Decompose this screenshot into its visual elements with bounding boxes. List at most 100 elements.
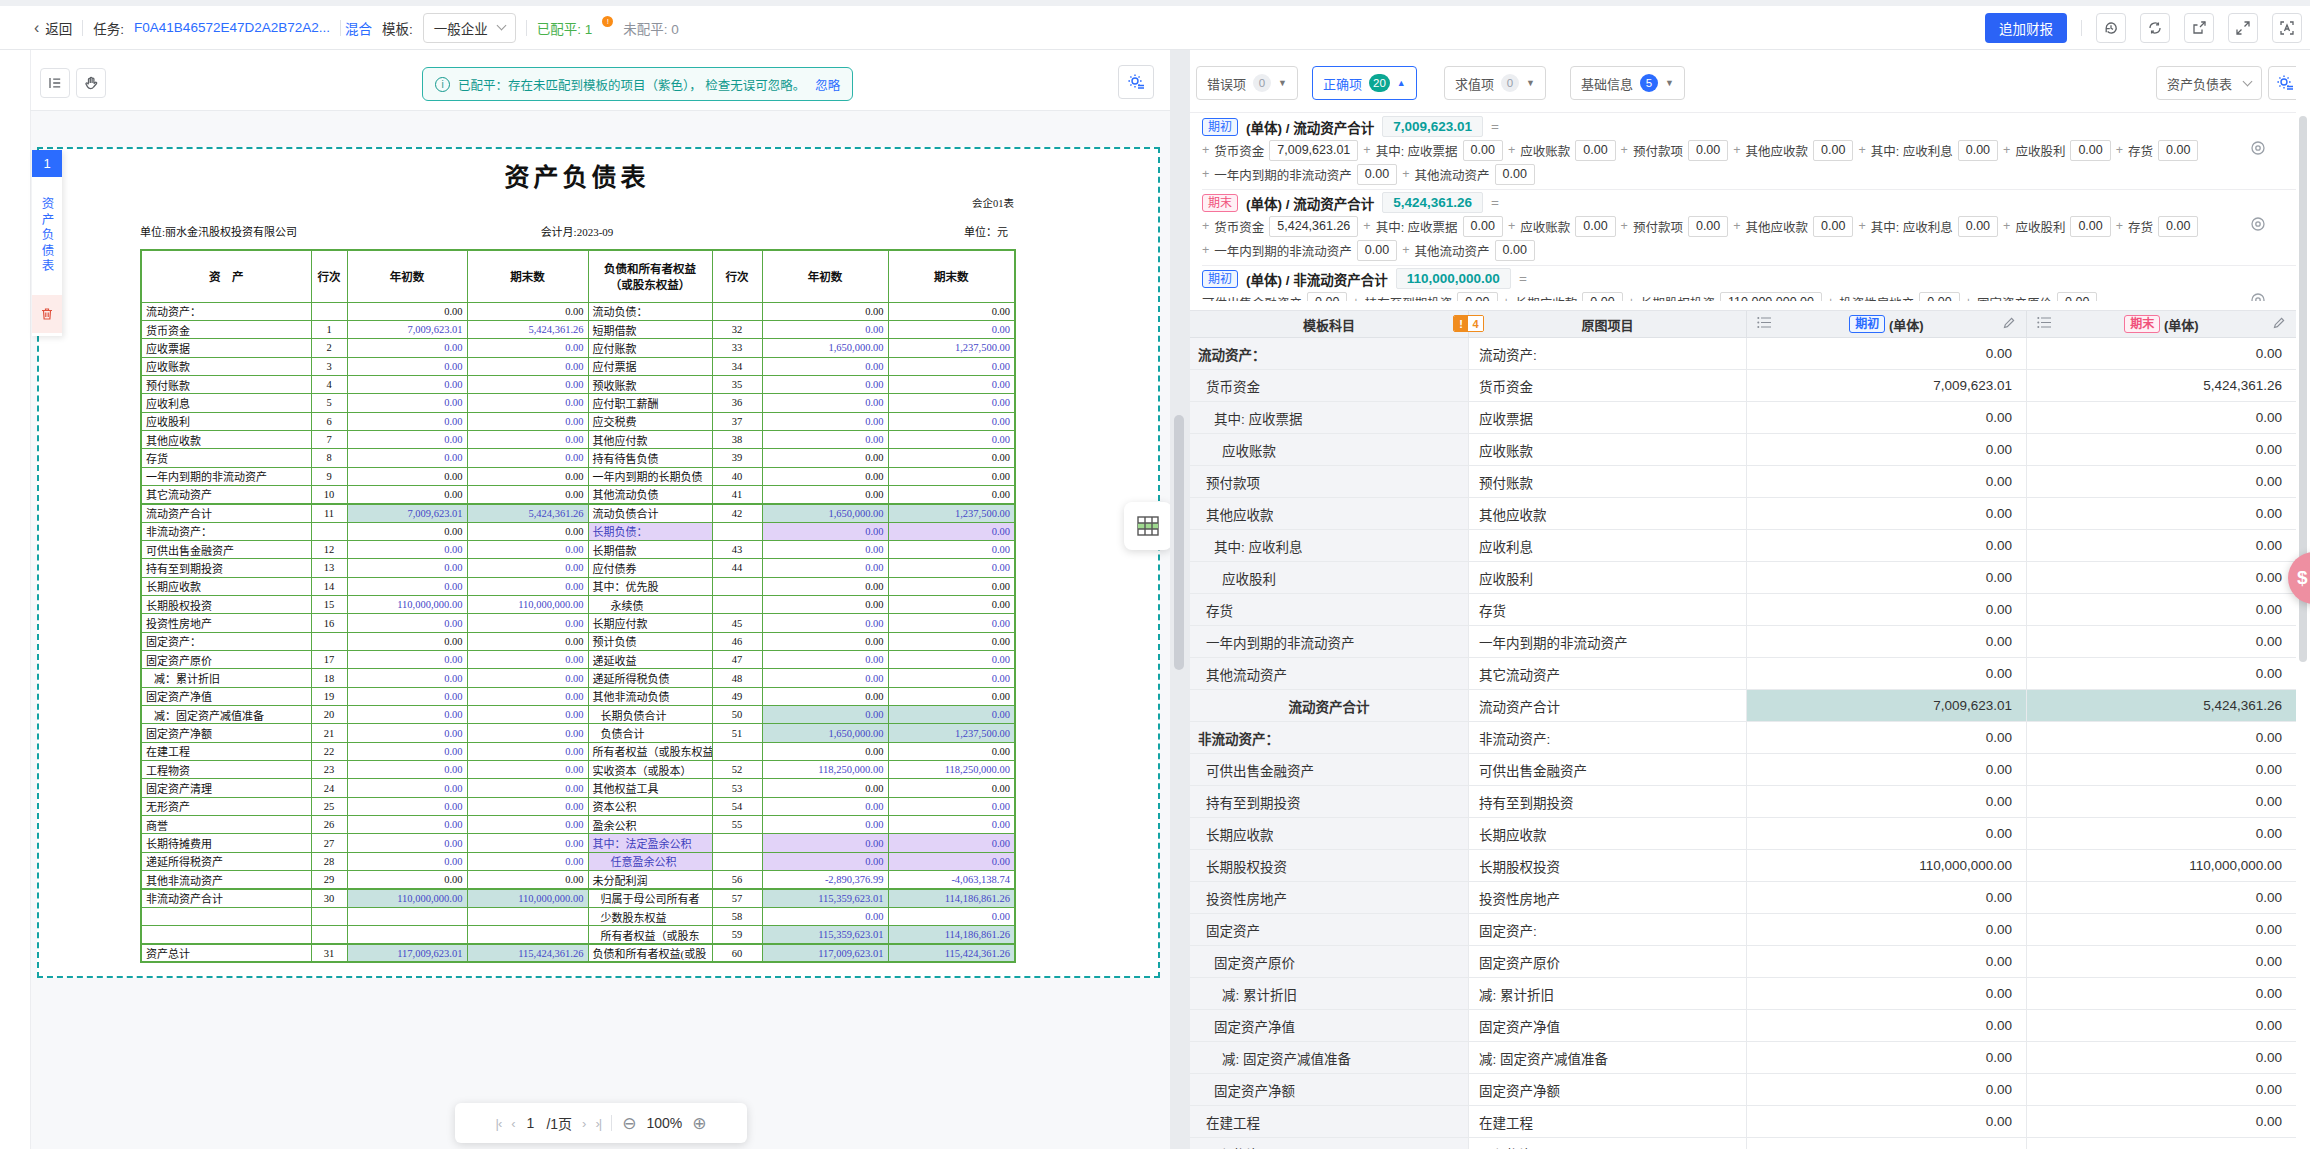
- formula-item-value[interactable]: 0.00: [1813, 140, 1853, 161]
- mapping-row[interactable]: 工程物资工程物资0.000.00: [1190, 1138, 2296, 1149]
- formula-item-value[interactable]: 0.00: [2070, 216, 2110, 237]
- mapping-row[interactable]: 固定资产净额固定资产净额0.000.00: [1190, 1074, 2296, 1106]
- formula-item-value[interactable]: 0.00: [2070, 140, 2110, 161]
- task-id-link[interactable]: F0A41B46572E47D2A2B72A2...: [134, 20, 330, 35]
- list-icon[interactable]: [2037, 316, 2052, 332]
- doc-cell: 盈余公积: [588, 816, 712, 834]
- zoom-in-button[interactable]: ⊕: [692, 1113, 706, 1134]
- eye-icon[interactable]: [2250, 216, 2266, 236]
- formula-item-value[interactable]: 110,000,000.00: [1720, 292, 1822, 302]
- eye-icon[interactable]: [2250, 292, 2266, 301]
- formula-item-value[interactable]: 0.00: [1575, 216, 1615, 237]
- mapping-row[interactable]: 可供出售金融资产可供出售金融资产0.000.00: [1190, 754, 2296, 786]
- add-report-button[interactable]: 追加财报: [1985, 13, 2067, 43]
- doc-cell: 55: [712, 816, 762, 834]
- mapping-row[interactable]: 货币资金货币资金7,009,623.015,424,361.26: [1190, 370, 2296, 402]
- formula-item-value[interactable]: 0.00: [1357, 240, 1397, 261]
- refresh-button[interactable]: [2140, 13, 2170, 43]
- tab-correct-items[interactable]: 正确项20▲: [1312, 66, 1417, 100]
- formula-item-value[interactable]: 0.00: [2057, 292, 2097, 302]
- mapping-row[interactable]: 在建工程在建工程0.000.00: [1190, 1106, 2296, 1138]
- formula-item-value[interactable]: 0.00: [1958, 140, 1998, 161]
- mapping-row[interactable]: 持有至到期投资持有至到期投资0.000.00: [1190, 786, 2296, 818]
- first-page-button[interactable]: |‹: [496, 1116, 502, 1131]
- formula-item-value[interactable]: 0.00: [1495, 164, 1535, 185]
- mapping-row[interactable]: 预付款项预付账款0.000.00: [1190, 466, 2296, 498]
- mapping-row[interactable]: 非流动资产：非流动资产:0.000.00: [1190, 722, 2296, 754]
- table-grid-button[interactable]: [1124, 502, 1172, 550]
- balance-sheet-document[interactable]: 资产负债表 会企01表 单位:丽水金汛股权投资有限公司 会计月:2023-09 …: [37, 147, 1160, 978]
- edit-icon[interactable]: [2272, 316, 2286, 333]
- formula-item-value[interactable]: 0.00: [1688, 140, 1728, 161]
- formula-item-value[interactable]: 0.00: [1457, 292, 1497, 302]
- formula-item-value[interactable]: 0.00: [1463, 216, 1503, 237]
- doc-cell: 0.00: [762, 357, 888, 375]
- formula-item-value[interactable]: 0.00: [1958, 216, 1998, 237]
- export-button[interactable]: [2184, 13, 2214, 43]
- formula-item-value[interactable]: 0.00: [2158, 140, 2198, 161]
- formula-item-value[interactable]: 0.00: [1582, 292, 1622, 302]
- mapping-row[interactable]: 其中: 应收票据应收票据0.000.00: [1190, 402, 2296, 434]
- formula-item-value[interactable]: 5,424,361.26: [1269, 216, 1358, 237]
- doc-cell: 流动资产：: [141, 302, 311, 320]
- tab-basic-info[interactable]: 基础信息5▼: [1570, 66, 1685, 100]
- mapping-row[interactable]: 一年内到期的非流动资产一年内到期的非流动资产0.000.00: [1190, 626, 2296, 658]
- formula-item-value[interactable]: 0.00: [1357, 164, 1397, 185]
- mapping-row[interactable]: 应收股利应收股利0.000.00: [1190, 562, 2296, 594]
- zoom-out-button[interactable]: ⊖: [622, 1113, 636, 1134]
- mapping-row[interactable]: 流动资产合计流动资产合计7,009,623.015,424,361.26: [1190, 690, 2296, 722]
- sheet-tab-vertical[interactable]: 资产负债表: [32, 177, 62, 295]
- formula-item-value[interactable]: 0.00: [1575, 140, 1615, 161]
- doc-cell: 0.00: [347, 797, 467, 815]
- mapping-row[interactable]: 存货存货0.000.00: [1190, 594, 2296, 626]
- tab-eval-items[interactable]: 求值项0▼: [1444, 66, 1546, 100]
- prev-page-button[interactable]: ‹: [511, 1116, 514, 1131]
- mapping-row[interactable]: 长期股权投资长期股权投资110,000,000.00110,000,000.00: [1190, 850, 2296, 882]
- doc-cell: 应付职工薪酬: [588, 394, 712, 412]
- mapping-row[interactable]: 应收账款应收账款0.000.00: [1190, 434, 2296, 466]
- doc-cell: 0.00: [467, 522, 588, 540]
- document-settings-button[interactable]: [1118, 65, 1154, 99]
- closing-value-cell: 0.00: [2027, 1010, 2296, 1041]
- template-select[interactable]: 一般企业: [423, 13, 516, 43]
- back-button[interactable]: ‹返回: [34, 18, 72, 38]
- mapping-row[interactable]: 固定资产固定资产:0.000.00: [1190, 914, 2296, 946]
- mapping-row[interactable]: 减: 固定资产减值准备减: 固定资产减值准备0.000.00: [1190, 1042, 2296, 1074]
- ocr-focus-button[interactable]: [2272, 13, 2302, 43]
- last-page-button[interactable]: ›|: [595, 1116, 601, 1131]
- formula-item-value[interactable]: 0.00: [1813, 216, 1853, 237]
- mapping-row[interactable]: 其他流动资产其它流动资产0.000.00: [1190, 658, 2296, 690]
- hand-tool-button[interactable]: [76, 68, 106, 98]
- edit-icon[interactable]: [2002, 316, 2016, 333]
- opening-value-cell: 0.00: [1747, 402, 2027, 433]
- mapping-row[interactable]: 固定资产净值固定资产净值0.000.00: [1190, 1010, 2296, 1042]
- formula-item-value[interactable]: 0.00: [1463, 140, 1503, 161]
- formula-item-value[interactable]: 7,009,623.01: [1269, 140, 1358, 161]
- left-pane-scrollbar[interactable]: [1174, 415, 1184, 670]
- mapping-row[interactable]: 流动资产：流动资产:0.000.00: [1190, 338, 2296, 370]
- mapping-row[interactable]: 减: 累计折旧减: 累计折旧0.000.00: [1190, 978, 2296, 1010]
- notice-ignore-link[interactable]: 忽略: [815, 75, 840, 94]
- doc-cell: [467, 926, 588, 944]
- formula-item-value[interactable]: 0.00: [2158, 216, 2198, 237]
- fullscreen-button[interactable]: [2228, 13, 2258, 43]
- tab-error-items[interactable]: 错误项0▼: [1196, 66, 1298, 100]
- formula-item-value[interactable]: 0.00: [1919, 292, 1959, 302]
- mapping-row[interactable]: 其中: 应收利息应收利息0.000.00: [1190, 530, 2296, 562]
- formula-item-value[interactable]: 0.00: [1495, 240, 1535, 261]
- outline-button[interactable]: [40, 68, 70, 98]
- list-icon[interactable]: [1757, 316, 1772, 332]
- mapping-row[interactable]: 投资性房地产投资性房地产0.000.00: [1190, 882, 2296, 914]
- eye-icon[interactable]: [2250, 140, 2266, 160]
- doc-row: 少数股东权益580.000.00: [141, 907, 1015, 925]
- next-page-button[interactable]: ›: [582, 1116, 585, 1131]
- formula-item-value[interactable]: 0.00: [1688, 216, 1728, 237]
- delete-page-button[interactable]: [32, 295, 62, 333]
- mapping-row[interactable]: 固定资产原价固定资产原价0.000.00: [1190, 946, 2296, 978]
- mapping-row[interactable]: 其他应收款其他应收款0.000.00: [1190, 498, 2296, 530]
- history-button[interactable]: [2096, 13, 2126, 43]
- formula-item-value[interactable]: 0.00: [1307, 292, 1347, 302]
- mapping-row[interactable]: 长期应收款长期应收款0.000.00: [1190, 818, 2296, 850]
- sheet-select[interactable]: 资产负债表: [2156, 66, 2262, 100]
- template-subject-cell: 其他应收款: [1190, 498, 1469, 529]
